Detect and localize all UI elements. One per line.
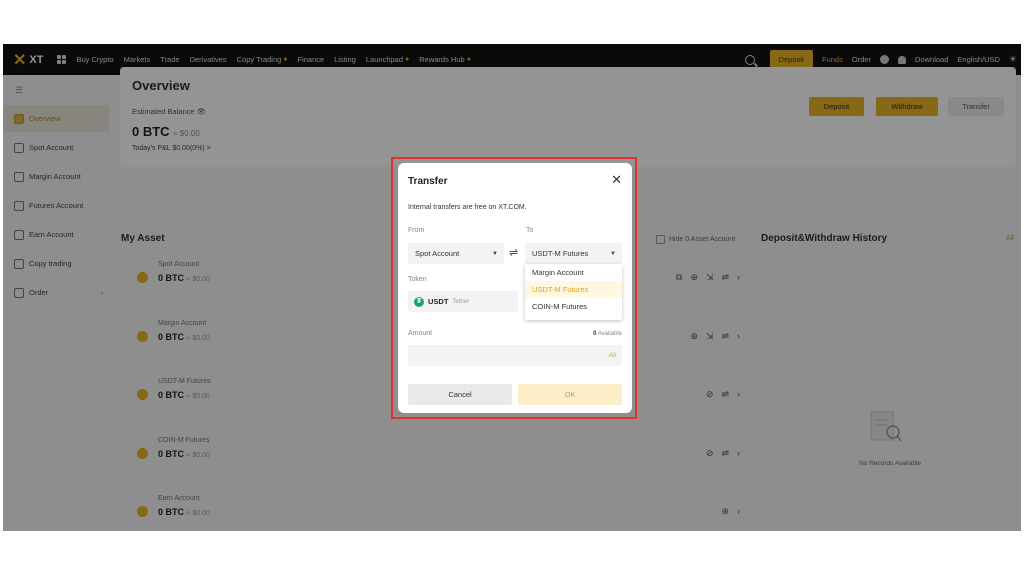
dropdown-option-margin-account[interactable]: Margin Account	[525, 264, 622, 281]
dropdown-option-coin-m-futures[interactable]: COIN-M Futures	[525, 298, 622, 315]
chevron-down-icon: ▼	[610, 250, 616, 257]
to-label: To	[526, 227, 534, 234]
swap-icon[interactable]: ⇌	[509, 246, 518, 259]
ok-button[interactable]: OK	[518, 384, 622, 405]
all-button[interactable]: All	[609, 352, 616, 359]
to-select[interactable]: USDT-M Futures ▼	[525, 243, 622, 264]
amount-label: Amount	[408, 330, 433, 337]
from-select[interactable]: Spot Account ▼	[408, 243, 504, 264]
usdt-icon: ₮	[414, 296, 424, 307]
available-balance: 0 Available	[593, 331, 622, 337]
from-label: From	[408, 227, 425, 234]
amount-input[interactable]: All	[408, 345, 622, 366]
from-value: Spot Account	[415, 249, 460, 258]
token-select[interactable]: ₮ USDT Tether	[408, 291, 518, 312]
close-icon[interactable]: ✕	[611, 172, 622, 188]
modal-title: Transfer	[408, 176, 448, 187]
token-name: USDT	[428, 297, 449, 306]
to-dropdown-menu: Margin Account USDT-M Futures COIN-M Futur…	[525, 264, 622, 320]
dropdown-option-usdt-m-futures[interactable]: USDT-M Futures	[525, 281, 622, 298]
token-label: Token	[408, 276, 427, 283]
chevron-down-icon: ▼	[492, 250, 498, 257]
transfer-modal: Transfer ✕ Internal transfers are free o…	[398, 163, 632, 413]
token-fullname: Tether	[452, 298, 470, 305]
to-value: USDT-M Futures	[532, 249, 589, 258]
transfer-note: Internal transfers are free on XT.COM.	[408, 204, 527, 211]
cancel-button[interactable]: Cancel	[408, 384, 512, 405]
